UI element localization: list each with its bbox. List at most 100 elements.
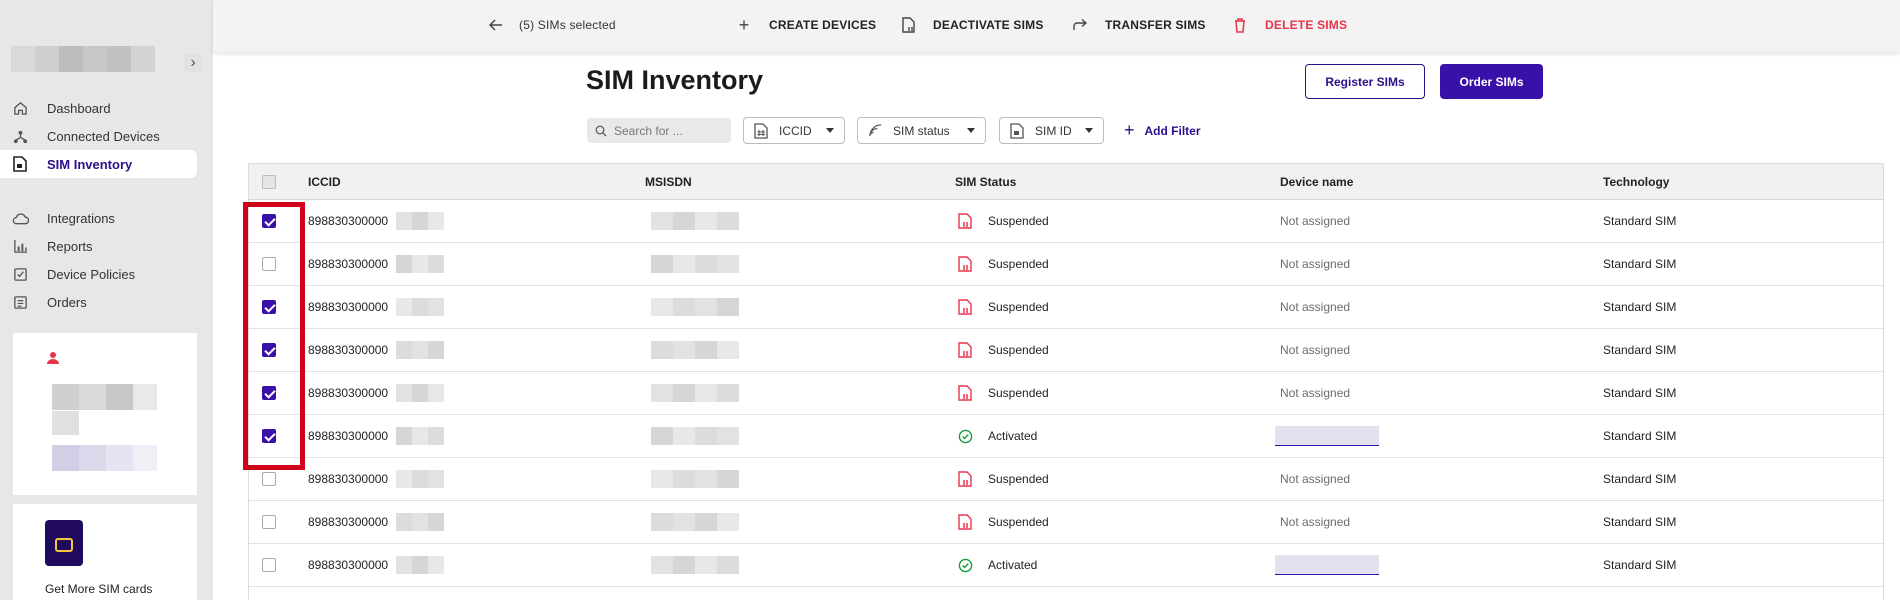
column-header-device-name[interactable]: Device name bbox=[1280, 175, 1353, 189]
table-row[interactable]: 898830300000 Suspended Not assigned Standar… bbox=[249, 458, 1883, 501]
table-row[interactable]: 898830300000 Suspended Not assigned Standar… bbox=[249, 200, 1883, 243]
selection-back-button[interactable]: (5) SIMs selected bbox=[487, 0, 616, 50]
iccid: 898830300000 bbox=[308, 300, 389, 314]
row-checkbox[interactable] bbox=[262, 515, 276, 529]
deactivate-sims-button[interactable]: DEACTIVATE SIMS bbox=[899, 0, 1044, 50]
filter-sim-status-label: SIM status bbox=[893, 123, 950, 138]
sidebar-item-dashboard[interactable]: Dashboard bbox=[0, 94, 197, 122]
table-row[interactable]: 898830300000 Suspended Not assigned Standar… bbox=[249, 286, 1883, 329]
technology: Standard SIM bbox=[1603, 429, 1677, 443]
suspended-status-icon bbox=[957, 256, 973, 272]
redacted-value bbox=[651, 341, 739, 359]
signal-icon bbox=[867, 123, 883, 139]
sim-table: ICCID MSISDN SIM Status Device name Tech… bbox=[248, 163, 1884, 600]
bulk-action-bar: (5) SIMs selected + CREATE DEVICES DEACT… bbox=[213, 0, 1900, 52]
column-header-sim-status[interactable]: SIM Status bbox=[955, 175, 1016, 189]
sidebar-collapse-chevron-icon[interactable]: › bbox=[184, 54, 202, 72]
activated-status-icon bbox=[957, 428, 973, 444]
device-link-redacted[interactable] bbox=[1275, 426, 1379, 446]
cloud-icon bbox=[11, 209, 29, 227]
row-checkbox[interactable] bbox=[262, 257, 276, 271]
table-row[interactable]: 898830300000 Activated Standard SIM bbox=[249, 544, 1883, 587]
sim-card-promo-image bbox=[45, 520, 83, 566]
suspended-status-icon bbox=[957, 342, 973, 358]
sim-status: Suspended bbox=[988, 386, 1049, 400]
sidebar-item-label: SIM Inventory bbox=[47, 156, 133, 172]
filter-sim-id[interactable]: SIM ID bbox=[999, 117, 1104, 144]
suspended-status-icon bbox=[957, 514, 973, 530]
row-checkbox[interactable] bbox=[262, 558, 276, 572]
row-checkbox[interactable] bbox=[262, 343, 276, 357]
row-checkbox[interactable] bbox=[262, 429, 276, 443]
iccid: 898830300000 bbox=[308, 515, 389, 529]
delete-sims-button[interactable]: DELETE SIMS bbox=[1231, 0, 1347, 50]
policy-icon bbox=[11, 265, 29, 283]
redacted-value bbox=[396, 556, 444, 574]
device-link-redacted[interactable] bbox=[1275, 555, 1379, 575]
suspended-status-icon bbox=[957, 471, 973, 487]
sidebar-item-label: Dashboard bbox=[47, 100, 111, 116]
sim-status: Suspended bbox=[988, 214, 1049, 228]
redacted-value bbox=[651, 298, 739, 316]
sidebar-item-label: Integrations bbox=[47, 210, 115, 226]
iccid: 898830300000 bbox=[308, 472, 389, 486]
sim-card-icon bbox=[11, 155, 29, 173]
row-checkbox[interactable] bbox=[262, 214, 276, 228]
redacted-value bbox=[651, 513, 739, 531]
select-all-checkbox[interactable] bbox=[262, 175, 276, 189]
create-devices-button[interactable]: + CREATE DEVICES bbox=[735, 0, 876, 50]
chevron-down-icon bbox=[1085, 128, 1093, 133]
transfer-sims-button[interactable]: TRANSFER SIMS bbox=[1071, 0, 1206, 50]
search-input[interactable] bbox=[614, 123, 724, 138]
sim-status: Activated bbox=[988, 558, 1038, 572]
table-row[interactable]: 898830300000 Suspended Not assigned Standar… bbox=[249, 243, 1883, 286]
sidebar-item-orders[interactable]: Orders bbox=[0, 288, 197, 316]
register-sims-button[interactable]: Register SIMs bbox=[1305, 64, 1425, 99]
hash-sim-icon bbox=[753, 122, 769, 139]
add-filter-button[interactable]: + Add Filter bbox=[1124, 118, 1201, 143]
add-filter-label: Add Filter bbox=[1144, 123, 1201, 138]
sidebar-item-sim-inventory[interactable]: SIM Inventory bbox=[0, 150, 197, 178]
column-header-technology[interactable]: Technology bbox=[1603, 175, 1669, 189]
arrow-left-icon bbox=[487, 16, 505, 34]
table-row[interactable]: 898830300000 Suspended Not assigned Standar… bbox=[249, 372, 1883, 415]
row-checkbox[interactable] bbox=[262, 300, 276, 314]
suspended-status-icon bbox=[957, 213, 973, 229]
iccid: 898830300000 bbox=[308, 386, 389, 400]
redacted-value bbox=[651, 427, 739, 445]
create-devices-label: CREATE DEVICES bbox=[769, 18, 877, 32]
sim-status: Suspended bbox=[988, 257, 1049, 271]
table-row[interactable]: 898830300000 Suspended Not assigned Standar… bbox=[249, 501, 1883, 544]
technology: Standard SIM bbox=[1603, 472, 1677, 486]
sidebar-item-label: Reports bbox=[47, 238, 93, 254]
redacted-value bbox=[651, 255, 739, 273]
sidebar-item-device-policies[interactable]: Device Policies bbox=[0, 260, 197, 288]
iccid: 898830300000 bbox=[308, 558, 389, 572]
table-row[interactable]: 898830300000 Activated Standard SIM bbox=[249, 415, 1883, 458]
row-checkbox[interactable] bbox=[262, 472, 276, 486]
search-icon bbox=[595, 125, 607, 137]
row-checkbox[interactable] bbox=[262, 386, 276, 400]
table-row[interactable]: 898830300000 Suspended Not assigned Standar… bbox=[249, 329, 1883, 372]
filter-sim-status[interactable]: SIM status bbox=[857, 117, 986, 144]
filter-iccid[interactable]: ICCID bbox=[743, 117, 845, 144]
redacted-value bbox=[396, 513, 444, 531]
sidebar-item-integrations[interactable]: Integrations bbox=[0, 204, 197, 232]
sim-status: Activated bbox=[988, 429, 1038, 443]
column-header-iccid[interactable]: ICCID bbox=[308, 175, 341, 189]
transfer-sims-label: TRANSFER SIMS bbox=[1105, 18, 1206, 32]
column-header-msisdn[interactable]: MSISDN bbox=[645, 175, 692, 189]
search-box[interactable] bbox=[587, 118, 731, 143]
redacted-value bbox=[396, 255, 444, 273]
order-sims-button[interactable]: Order SIMs bbox=[1440, 64, 1543, 99]
deactivate-sims-label: DEACTIVATE SIMS bbox=[933, 18, 1044, 32]
sidebar-item-connected-devices[interactable]: Connected Devices bbox=[0, 122, 197, 150]
iccid: 898830300000 bbox=[308, 429, 389, 443]
promo-card[interactable]: Get More SIM cards bbox=[13, 504, 197, 600]
sim-id-icon bbox=[1009, 122, 1025, 139]
sidebar-item-reports[interactable]: Reports bbox=[0, 232, 197, 260]
filter-iccid-label: ICCID bbox=[779, 123, 812, 138]
device-name: Not assigned bbox=[1280, 386, 1351, 400]
user-card[interactable] bbox=[13, 333, 197, 495]
sim-status: Suspended bbox=[988, 343, 1049, 357]
